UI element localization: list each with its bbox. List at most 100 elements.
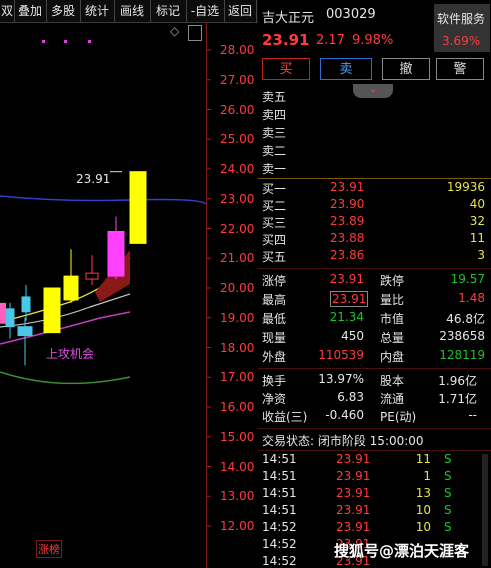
candle-body: [107, 230, 125, 277]
high-price-label: 23.91: [76, 172, 111, 186]
y-tick-label: 17.00: [220, 370, 255, 385]
tick-price: 23.91: [336, 469, 371, 483]
buy-level-volume: 32: [469, 214, 485, 228]
trade-status: 交易状态: 闭市阶段 15:00:00: [262, 434, 424, 448]
stat-value: 19.57: [450, 272, 485, 286]
expand-depth-icon[interactable]: ⌄: [353, 84, 393, 98]
toolbar-button-multi-stock[interactable]: 多股: [46, 0, 81, 22]
y-tick-label: 25.00: [220, 132, 255, 147]
candle-body: [21, 296, 31, 313]
y-tick-label: 19.00: [220, 310, 255, 325]
tick-time: 14:51: [262, 469, 297, 483]
stat-label: 市值: [380, 312, 405, 326]
cancel-order-button[interactable]: 撤: [382, 58, 430, 80]
fundamental-label: 流通: [380, 392, 405, 406]
y-tick-label: 20.00: [220, 281, 255, 295]
tick-side: S: [444, 452, 452, 466]
candle-body: [17, 326, 33, 337]
fundamental-label: 换手: [262, 374, 287, 388]
y-tick-label: 12.00: [220, 519, 255, 533]
y-tick-label: 27.00: [220, 72, 255, 87]
tick-time: 14:51: [262, 486, 297, 500]
tick-volume: 13: [415, 486, 431, 500]
scroll-bar-icon[interactable]: [188, 25, 202, 41]
quote-panel: 吉大正元 003029 软件服务 3.69% 23.91 2.17 9.98% …: [258, 0, 491, 568]
toolbar-button-statistics[interactable]: 统计: [80, 0, 115, 22]
toolbar-button-draw-line[interactable]: 画线: [114, 0, 151, 22]
candle-body: [5, 308, 15, 328]
tick-volume: 10: [415, 503, 431, 517]
fundamental-label: 收益(三): [262, 410, 308, 424]
candle-body: [0, 302, 6, 324]
alert-button[interactable]: 警: [436, 58, 484, 80]
tick-scrollbar[interactable]: [482, 454, 488, 566]
tick-volume: 1: [423, 469, 431, 483]
ma-line-green: [0, 371, 131, 385]
tick-price: 23.91: [336, 503, 371, 517]
stat-value: 110539: [318, 348, 364, 362]
sector-label: 软件服务: [437, 12, 486, 26]
buy-level-label: 买五: [262, 250, 287, 264]
fundamental-value: 13.97%: [318, 372, 364, 386]
tick-price: 23.91: [336, 486, 371, 500]
buy-level-volume: 40: [469, 197, 485, 211]
price-axis: [206, 22, 207, 568]
y-tick-label: 15.00: [220, 429, 255, 444]
fundamental-value: -0.460: [325, 408, 364, 422]
sell-level-label: 卖三: [262, 126, 287, 140]
tick-volume: 11: [415, 452, 431, 466]
toolbar-button-overlay[interactable]: 叠加: [14, 0, 47, 22]
signal-dot: [42, 40, 45, 43]
stat-label: 现量: [262, 331, 287, 345]
buy-level-price: 23.91: [330, 180, 365, 194]
toolbar-button-mark[interactable]: 标记: [150, 0, 187, 22]
price-change-percent: 9.98%: [352, 33, 394, 48]
stat-value: 23.91: [329, 272, 364, 286]
tick-time: 14:52: [262, 537, 297, 551]
toolbar-button-double[interactable]: 双: [0, 0, 15, 22]
stat-value: 21.34: [329, 310, 364, 324]
y-tick-label: 24.00: [220, 162, 255, 176]
y-tick-label: 16.00: [220, 400, 255, 414]
stock-name[interactable]: 吉大正元: [262, 7, 314, 26]
stat-value: 450: [341, 329, 364, 343]
sell-level-label: 卖一: [262, 162, 287, 176]
tick-time: 14:51: [262, 452, 297, 466]
tick-side: S: [444, 469, 452, 483]
signal-dot: [64, 40, 67, 43]
sell-button[interactable]: 卖: [320, 58, 372, 80]
buy-level-label: 买三: [262, 216, 287, 230]
sector-box[interactable]: 软件服务 3.69%: [434, 4, 490, 52]
fundamental-label: PE(动): [380, 410, 417, 424]
stat-label: 跌停: [380, 274, 405, 288]
stat-value: 46.8亿: [446, 312, 485, 326]
buy-level-label: 买二: [262, 199, 287, 213]
fundamental-value: 1.96亿: [438, 374, 477, 388]
buy-level-price: 23.89: [330, 214, 365, 228]
diamond-icon[interactable]: ◇: [170, 24, 179, 38]
tick-time: 14:52: [262, 554, 297, 568]
sell-level-label: 卖五: [262, 90, 287, 104]
y-tick-label: 21.00: [220, 251, 255, 266]
buy-level-label: 买一: [262, 182, 287, 196]
stat-label: 最低: [262, 312, 287, 326]
y-tick-label: 14.00: [220, 459, 255, 474]
stat-value: 23.91: [330, 291, 369, 307]
buy-level-volume: 11: [469, 231, 485, 245]
stat-label: 内盘: [380, 350, 405, 364]
toolbar-button-remove-watchlist[interactable]: -自选: [186, 0, 225, 22]
stat-value: 128119: [439, 348, 485, 362]
buy-level-volume: 3: [477, 248, 485, 262]
sell-level-label: 卖四: [262, 108, 287, 122]
stat-value: 1.48: [458, 291, 485, 305]
buy-button[interactable]: 买: [262, 58, 310, 80]
ma-line-blue: [0, 195, 207, 205]
stat-label: 最高: [262, 293, 287, 307]
last-price: 23.91: [262, 31, 310, 49]
candle-body: [63, 275, 79, 301]
kline-chart[interactable]: 23.91 上攻机会 涨榜 ◇ 28.00 27.00 26.00 25.00 24.0…: [0, 22, 256, 568]
tick-volume: 10: [415, 520, 431, 534]
stat-label: 量比: [380, 293, 405, 307]
y-tick-label: 26.00: [220, 102, 255, 117]
toolbar-button-back[interactable]: 返回: [224, 0, 257, 22]
